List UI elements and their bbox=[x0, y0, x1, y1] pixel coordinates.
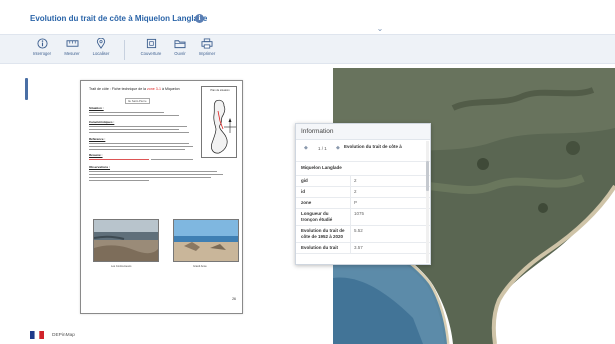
document-text-line bbox=[89, 112, 164, 113]
previous-feature-button[interactable]: ◆ bbox=[304, 145, 308, 151]
query-label: Interroger bbox=[32, 51, 52, 56]
document-section-heading: Caractéristiques : bbox=[89, 120, 115, 124]
document-text-line bbox=[89, 177, 211, 178]
chevron-down-icon[interactable]: ⌄ bbox=[374, 24, 386, 34]
attribute-value: 5.52 bbox=[350, 226, 430, 242]
document-section-heading: Observations : bbox=[89, 165, 111, 169]
printer-icon bbox=[201, 38, 213, 49]
document-text-line bbox=[89, 180, 149, 181]
document-text-line bbox=[89, 115, 179, 116]
photo-beach-2 bbox=[173, 219, 239, 262]
document-section-heading: Référence : bbox=[89, 137, 106, 141]
republique-francaise-logo bbox=[30, 331, 44, 339]
ruler-icon bbox=[66, 40, 78, 47]
document-title: Trait de côte : Fiche technique de la zo… bbox=[89, 87, 180, 91]
document-text-line bbox=[89, 126, 187, 127]
attribute-key: Longueur du tronçon étudié bbox=[301, 211, 333, 222]
header-bar: Evolution du trait de côte à Miquelon La… bbox=[0, 0, 615, 30]
document-text-line bbox=[89, 171, 217, 172]
next-feature-button[interactable]: ◆ bbox=[336, 145, 340, 151]
query-icon bbox=[36, 38, 48, 49]
document-text-line bbox=[89, 149, 185, 150]
attribute-row: id 2 bbox=[296, 187, 430, 198]
locate-label: Localiser bbox=[92, 51, 110, 56]
attribute-value: 2 bbox=[350, 187, 430, 197]
popup-scrollbar-thumb[interactable] bbox=[426, 161, 429, 191]
location-pin-icon bbox=[96, 38, 106, 49]
document-text-line bbox=[89, 159, 149, 160]
attribute-row: Evolution du trait 3.57 bbox=[296, 243, 430, 254]
location-minimap: Plan de situation bbox=[201, 86, 237, 158]
attribute-value: 2 bbox=[350, 176, 430, 186]
document-text-line bbox=[89, 143, 189, 144]
document-subtitle: Ile Saint-Pierre bbox=[125, 98, 150, 104]
toolbar: Interroger Mesurer Localiser Couverture … bbox=[0, 34, 615, 64]
document-section-heading: Résumé : bbox=[89, 153, 103, 157]
document-text-line bbox=[151, 159, 193, 160]
feature-counter: 1 / 1 bbox=[318, 146, 327, 151]
attribute-key: id bbox=[301, 189, 305, 194]
folder-icon bbox=[174, 40, 186, 49]
page-number: 26 bbox=[232, 297, 236, 301]
photo-caption: Grand Anse bbox=[193, 265, 207, 268]
attribute-key: Evolution du trait de côte de 1952 à 202… bbox=[301, 228, 345, 239]
basemap-icon bbox=[146, 38, 156, 49]
app-window: Evolution du trait de côte à Miquelon La… bbox=[0, 0, 615, 344]
info-icon[interactable]: i bbox=[195, 14, 204, 23]
attribute-row: zone P bbox=[296, 198, 430, 209]
feature-name: Evolution du trait de côte à bbox=[344, 144, 402, 149]
photo-beach-1 bbox=[93, 219, 159, 262]
attribute-value: P bbox=[350, 198, 430, 208]
query-button[interactable]: Interroger bbox=[25, 38, 59, 62]
attribute-value: 3.57 bbox=[350, 243, 430, 253]
feature-info-popup[interactable]: Information ◆ 1 / 1 ◆ Evolution du trait… bbox=[295, 123, 431, 265]
photo-caption: Les Contrecoeurs bbox=[111, 265, 132, 268]
footer-text: DEPinMap bbox=[52, 333, 75, 338]
print-label: Imprimer bbox=[198, 51, 216, 56]
feature-name-continued: Miquelon Langlade bbox=[296, 162, 430, 176]
popup-scrollbar[interactable] bbox=[426, 141, 429, 263]
attribute-key: Evolution du trait bbox=[301, 245, 338, 250]
page-title: Evolution du trait de côte à Miquelon La… bbox=[30, 14, 208, 23]
attribute-key: zone bbox=[301, 200, 312, 205]
attribute-row: Evolution du trait de côte de 1952 à 202… bbox=[296, 226, 430, 243]
document-section-heading: Situation : bbox=[89, 106, 104, 110]
attribute-row: Longueur du tronçon étudié 1075 bbox=[296, 209, 430, 226]
document-text-line bbox=[89, 174, 223, 175]
attribute-key: gid bbox=[301, 178, 308, 183]
side-panel-handle[interactable] bbox=[25, 78, 28, 100]
document-text-line bbox=[89, 129, 179, 130]
print-button[interactable]: Imprimer bbox=[190, 38, 224, 62]
locate-button[interactable]: Localiser bbox=[84, 38, 118, 62]
popup-navigation: ◆ 1 / 1 ◆ Evolution du trait de côte à bbox=[296, 140, 430, 162]
toolbar-divider bbox=[124, 40, 125, 60]
island-outline bbox=[211, 99, 236, 154]
document-text-line bbox=[89, 132, 189, 133]
document-text-line bbox=[89, 146, 193, 147]
attribute-value: 1075 bbox=[350, 209, 430, 225]
popup-heading: Information bbox=[296, 124, 430, 140]
document-preview: Trait de côte : Fiche technique de la zo… bbox=[80, 80, 243, 314]
attribute-row: gid 2 bbox=[296, 176, 430, 187]
